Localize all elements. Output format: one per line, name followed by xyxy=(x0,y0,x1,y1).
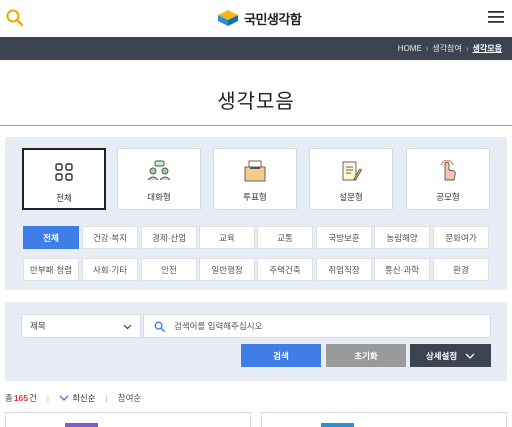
category-chip[interactable]: 취업직장 xyxy=(316,258,372,281)
chevron-right-icon: › xyxy=(465,44,469,53)
type-card-vote[interactable]: 투표형 xyxy=(213,148,297,210)
result-card[interactable] xyxy=(5,412,251,427)
search-placeholder: 검색어를 입력해주십시오 xyxy=(174,321,263,331)
site-logo[interactable]: 국민생각함 xyxy=(217,8,302,28)
breadcrumb: HOME › 생각참여 › 생각모음 xyxy=(398,37,502,60)
type-card-label: 설문형 xyxy=(339,192,363,202)
sort-popular[interactable]: 참여순 xyxy=(118,392,141,404)
ballot-box-icon xyxy=(243,160,267,182)
type-card-label: 공모형 xyxy=(436,192,460,202)
type-card-dialogue[interactable]: 대화형 xyxy=(117,148,201,210)
search-icon[interactable] xyxy=(5,8,25,28)
category-chip[interactable]: 반부패·청렴 xyxy=(23,258,79,281)
grid-icon xyxy=(54,161,74,183)
breadcrumb-bar: HOME › 생각참여 › 생각모음 xyxy=(0,37,512,60)
filter-panel: 전체 대화형 투표형 설문형 공모형 전체 건강·복지 경제·산업 교육 교통 … xyxy=(5,137,507,290)
search-field-select[interactable]: 제목 xyxy=(21,314,141,338)
category-chip-all[interactable]: 전체 xyxy=(23,226,79,249)
search-input[interactable]: 검색어를 입력해주십시오 xyxy=(143,314,491,338)
title-divider xyxy=(0,125,512,126)
search-field-value: 제목 xyxy=(30,321,46,331)
card-tag xyxy=(321,423,354,427)
survey-clipboard-icon xyxy=(340,160,362,182)
category-chip[interactable]: 사회·기타 xyxy=(82,258,138,281)
page-title: 생각모음 xyxy=(217,91,295,113)
people-chat-icon xyxy=(147,160,171,182)
hand-pointer-icon xyxy=(437,160,459,182)
result-summary-bar: 총 165 건 | 최신순 | 참여순 xyxy=(5,391,141,405)
search-panel: 제목 검색어를 입력해주십시오 검색 초기화 상세설정 xyxy=(5,302,507,381)
logo-text: 국민생각함 xyxy=(244,11,302,27)
type-card-label: 전체 xyxy=(56,193,72,203)
type-card-label: 투표형 xyxy=(243,192,267,202)
result-total-suffix: 건 xyxy=(29,393,37,403)
category-chip[interactable]: 경제·산업 xyxy=(141,226,197,249)
result-total-count: 165 xyxy=(13,393,29,403)
sort-latest-label: 최신순 xyxy=(72,393,96,403)
result-total-prefix: 총 xyxy=(5,393,13,403)
type-card-survey[interactable]: 설문형 xyxy=(309,148,393,210)
detail-settings-label: 상세설정 xyxy=(425,350,458,361)
logo-mark-icon xyxy=(218,10,238,26)
divider: | xyxy=(46,393,50,403)
hamburger-menu-icon[interactable] xyxy=(488,10,504,24)
search-button[interactable]: 검색 xyxy=(241,344,321,367)
sort-latest[interactable]: 최신순 xyxy=(59,392,96,404)
type-card-contest[interactable]: 공모형 xyxy=(406,148,490,210)
category-chip[interactable]: 국방보훈 xyxy=(316,226,372,249)
detail-settings-button[interactable]: 상세설정 xyxy=(410,344,491,367)
top-header: 국민생각함 xyxy=(0,0,512,37)
category-chip[interactable]: 주택건축 xyxy=(257,258,313,281)
category-chip[interactable]: 안전 xyxy=(141,258,197,281)
chevron-right-icon: › xyxy=(425,44,429,53)
category-chip[interactable]: 일반행정 xyxy=(199,258,255,281)
category-chip[interactable]: 환경 xyxy=(433,258,489,281)
category-chip[interactable]: 농림해양 xyxy=(374,226,430,249)
category-chip[interactable]: 교통 xyxy=(257,226,313,249)
search-icon xyxy=(154,321,165,332)
category-chip[interactable]: 교육 xyxy=(199,226,255,249)
card-tag xyxy=(65,423,98,427)
type-card-all[interactable]: 전체 xyxy=(22,148,106,210)
divider: | xyxy=(105,393,108,403)
breadcrumb-home[interactable]: HOME xyxy=(398,44,422,53)
result-card[interactable] xyxy=(261,412,507,427)
breadcrumb-section[interactable]: 생각참여 xyxy=(432,43,461,54)
reset-button[interactable]: 초기화 xyxy=(326,344,406,367)
chevron-down-icon xyxy=(465,353,475,359)
category-chip[interactable]: 통신·과학 xyxy=(374,258,430,281)
chevron-down-icon xyxy=(59,395,69,401)
category-chip[interactable]: 건강·복지 xyxy=(82,226,138,249)
type-card-label: 대화형 xyxy=(147,192,171,202)
category-chip[interactable]: 문화여가 xyxy=(433,226,489,249)
breadcrumb-current[interactable]: 생각모음 xyxy=(473,43,502,54)
chevron-down-icon xyxy=(123,324,132,330)
